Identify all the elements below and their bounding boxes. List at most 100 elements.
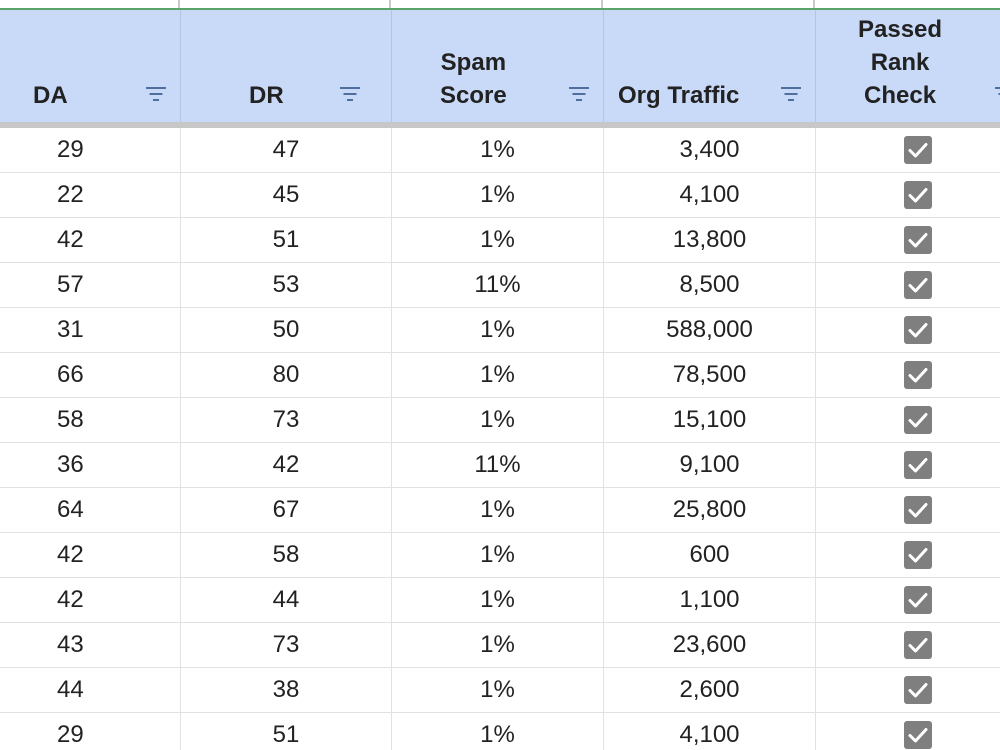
- org-traffic-cell[interactable]: 1,100: [603, 577, 816, 623]
- da-cell[interactable]: 44: [0, 667, 181, 713]
- passed-rank-check-cell[interactable]: [815, 532, 1000, 578]
- spam-score-cell[interactable]: 1%: [391, 577, 604, 623]
- table-row: 58 73 1% 15,100: [0, 397, 1000, 443]
- da-cell[interactable]: 64: [0, 487, 181, 533]
- dr-cell[interactable]: 73: [180, 397, 392, 443]
- dr-cell[interactable]: 51: [180, 217, 392, 263]
- dr-cell[interactable]: 80: [180, 352, 392, 398]
- spam-score-cell[interactable]: 11%: [391, 442, 604, 488]
- filter-icon[interactable]: [994, 86, 1000, 102]
- da-cell[interactable]: 58: [0, 397, 181, 443]
- checked-checkbox-icon[interactable]: [904, 226, 932, 255]
- org-traffic-cell[interactable]: 600: [603, 532, 816, 578]
- org-traffic-cell[interactable]: 3,400: [603, 125, 816, 173]
- passed-rank-check-cell[interactable]: [815, 442, 1000, 488]
- dr-cell[interactable]: 51: [180, 712, 392, 750]
- org-traffic-cell[interactable]: 2,600: [603, 667, 816, 713]
- checked-checkbox-icon[interactable]: [904, 721, 932, 750]
- filter-icon[interactable]: [339, 86, 361, 102]
- dr-cell[interactable]: 53: [180, 262, 392, 308]
- org-traffic-cell[interactable]: 23,600: [603, 622, 816, 668]
- filter-icon[interactable]: [568, 86, 590, 102]
- org-traffic-cell[interactable]: 13,800: [603, 217, 816, 263]
- dr-cell[interactable]: 44: [180, 577, 392, 623]
- column-divider: [178, 0, 180, 8]
- passed-rank-check-cell[interactable]: [815, 262, 1000, 308]
- passed-rank-check-cell[interactable]: [815, 307, 1000, 353]
- da-cell[interactable]: 42: [0, 577, 181, 623]
- da-cell[interactable]: 36: [0, 442, 181, 488]
- filter-icon[interactable]: [145, 86, 167, 102]
- checked-checkbox-icon[interactable]: [904, 676, 932, 705]
- checked-checkbox-icon[interactable]: [904, 361, 932, 390]
- dr-cell[interactable]: 58: [180, 532, 392, 578]
- spam-score-cell[interactable]: 1%: [391, 217, 604, 263]
- spam-score-cell[interactable]: 11%: [391, 262, 604, 308]
- spam-score-cell[interactable]: 1%: [391, 487, 604, 533]
- header-cell-passed-rank-check[interactable]: Passed Rank Check: [815, 10, 1000, 128]
- passed-rank-check-cell[interactable]: [815, 217, 1000, 263]
- dr-cell[interactable]: 67: [180, 487, 392, 533]
- org-traffic-cell[interactable]: 4,100: [603, 172, 816, 218]
- da-cell[interactable]: 43: [0, 622, 181, 668]
- passed-rank-check-cell[interactable]: [815, 577, 1000, 623]
- dr-cell[interactable]: 45: [180, 172, 392, 218]
- spam-score-cell[interactable]: 1%: [391, 397, 604, 443]
- org-traffic-cell[interactable]: 4,100: [603, 712, 816, 750]
- table-row: 64 67 1% 25,800: [0, 487, 1000, 533]
- header-cell-dr[interactable]: DR: [180, 10, 392, 128]
- checked-checkbox-icon[interactable]: [904, 541, 932, 570]
- da-cell[interactable]: 29: [0, 712, 181, 750]
- spam-score-cell[interactable]: 1%: [391, 712, 604, 750]
- checked-checkbox-icon[interactable]: [904, 136, 932, 165]
- checked-checkbox-icon[interactable]: [904, 181, 932, 210]
- passed-rank-check-cell[interactable]: [815, 125, 1000, 173]
- passed-rank-check-cell[interactable]: [815, 667, 1000, 713]
- dr-cell[interactable]: 38: [180, 667, 392, 713]
- spam-score-cell[interactable]: 1%: [391, 622, 604, 668]
- header-cell-spam-score[interactable]: Spam Score: [391, 10, 604, 128]
- spam-score-cell[interactable]: 1%: [391, 172, 604, 218]
- da-cell[interactable]: 57: [0, 262, 181, 308]
- org-traffic-cell[interactable]: 8,500: [603, 262, 816, 308]
- checked-checkbox-icon[interactable]: [904, 586, 932, 615]
- spam-score-cell[interactable]: 1%: [391, 307, 604, 353]
- header-cell-da[interactable]: DA: [0, 10, 181, 128]
- passed-rank-check-cell[interactable]: [815, 622, 1000, 668]
- da-cell[interactable]: 42: [0, 532, 181, 578]
- da-cell[interactable]: 42: [0, 217, 181, 263]
- filter-icon[interactable]: [780, 86, 802, 102]
- header-cell-org-traffic[interactable]: Org Traffic: [603, 10, 816, 128]
- dr-cell[interactable]: 50: [180, 307, 392, 353]
- spam-score-cell[interactable]: 1%: [391, 125, 604, 173]
- spam-score-cell[interactable]: 1%: [391, 352, 604, 398]
- checked-checkbox-icon[interactable]: [904, 316, 932, 345]
- checked-checkbox-icon[interactable]: [904, 451, 932, 480]
- da-cell[interactable]: 29: [0, 125, 181, 173]
- checked-checkbox-icon[interactable]: [904, 631, 932, 660]
- passed-rank-check-cell[interactable]: [815, 352, 1000, 398]
- passed-rank-check-cell[interactable]: [815, 487, 1000, 533]
- org-traffic-cell[interactable]: 78,500: [603, 352, 816, 398]
- passed-rank-check-cell[interactable]: [815, 712, 1000, 750]
- org-traffic-cell[interactable]: 588,000: [603, 307, 816, 353]
- checked-checkbox-icon[interactable]: [904, 271, 932, 300]
- dr-cell[interactable]: 42: [180, 442, 392, 488]
- passed-rank-check-cell[interactable]: [815, 172, 1000, 218]
- table-row: 57 53 11% 8,500: [0, 262, 1000, 308]
- org-traffic-cell[interactable]: 9,100: [603, 442, 816, 488]
- spam-score-cell[interactable]: 1%: [391, 532, 604, 578]
- org-traffic-cell[interactable]: 15,100: [603, 397, 816, 443]
- da-cell[interactable]: 66: [0, 352, 181, 398]
- org-traffic-cell[interactable]: 25,800: [603, 487, 816, 533]
- dr-cell[interactable]: 47: [180, 125, 392, 173]
- checked-checkbox-icon[interactable]: [904, 406, 932, 435]
- passed-rank-check-cell[interactable]: [815, 397, 1000, 443]
- column-divider: [813, 0, 815, 8]
- dr-cell[interactable]: 73: [180, 622, 392, 668]
- da-cell[interactable]: 22: [0, 172, 181, 218]
- checked-checkbox-icon[interactable]: [904, 496, 932, 525]
- da-cell[interactable]: 31: [0, 307, 181, 353]
- spam-score-cell[interactable]: 1%: [391, 667, 604, 713]
- column-header-strip: [0, 0, 1000, 10]
